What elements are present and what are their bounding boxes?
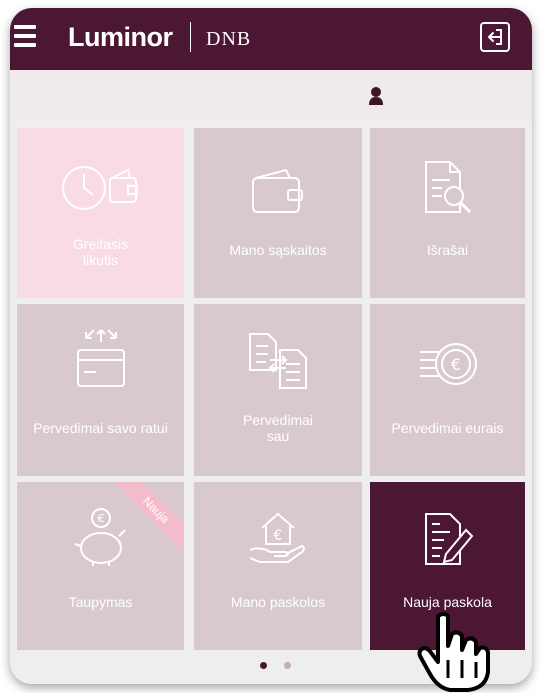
tile-greitasis-likutis[interactable]: Greitasis likutis — [17, 128, 184, 298]
logout-icon[interactable] — [480, 22, 510, 52]
menu-icon[interactable] — [14, 25, 36, 47]
user-icon[interactable] — [368, 86, 384, 106]
logo-dnb: DNB — [206, 28, 252, 50]
tile-label: Mano sąskaitos — [229, 242, 327, 258]
phone-screen: Luminor DNB Greitasis likutis Mano sąska… — [10, 8, 532, 684]
page-dot[interactable] — [284, 662, 291, 669]
tile-label: Mano paskolos — [230, 594, 326, 610]
tile-label: Taupymas — [68, 594, 133, 610]
document-search-icon — [424, 161, 471, 214]
app-header: Luminor DNB — [10, 8, 532, 70]
tile-label: Išrašai — [426, 242, 469, 258]
logo-divider — [190, 22, 191, 52]
euro-coin-icon: € — [419, 343, 477, 385]
tile-pervedimai-eurais[interactable]: € Pervedimai eurais — [370, 304, 525, 476]
page-dot-active[interactable] — [260, 662, 267, 669]
tile-mano-saskaitos[interactable]: Mano sąskaitos — [194, 128, 362, 298]
svg-text:€: € — [450, 355, 460, 374]
tile-israsai[interactable]: Išrašai — [370, 128, 525, 298]
svg-text:€: € — [274, 528, 283, 544]
document-pen-icon — [424, 513, 473, 565]
hand-pointer-icon — [417, 612, 490, 692]
clock-wallet-icon — [61, 166, 138, 210]
tile-mano-paskolos[interactable]: € Mano paskolos — [194, 482, 362, 650]
card-transfer-icon — [76, 329, 125, 387]
documents-transfer-icon — [249, 333, 307, 389]
shortcut-grid: Greitasis likutis Mano sąskaitos Išrašai — [17, 128, 525, 650]
wallet-icon — [252, 168, 303, 213]
tile-label: Pervedimai sau — [242, 412, 314, 444]
tile-label: Nauja paskola — [403, 594, 492, 610]
tile-taupymas[interactable]: Nauja € Taupymas — [17, 482, 184, 650]
logo-luminor: Luminor — [68, 22, 173, 52]
piggy-bank-icon: € — [74, 508, 126, 566]
tile-pervedimai-savo-ratui[interactable]: Pervedimai savo ratui — [17, 304, 184, 476]
tile-label: Pervedimai eurais — [391, 420, 504, 436]
house-hand-icon: € — [249, 512, 305, 563]
tile-label: Pervedimai savo ratui — [33, 420, 168, 436]
user-bar — [10, 70, 532, 122]
tile-label: Greitasis likutis — [72, 236, 129, 268]
tile-pervedimai-sau[interactable]: Pervedimai sau — [194, 304, 362, 476]
svg-text:€: € — [97, 512, 104, 525]
